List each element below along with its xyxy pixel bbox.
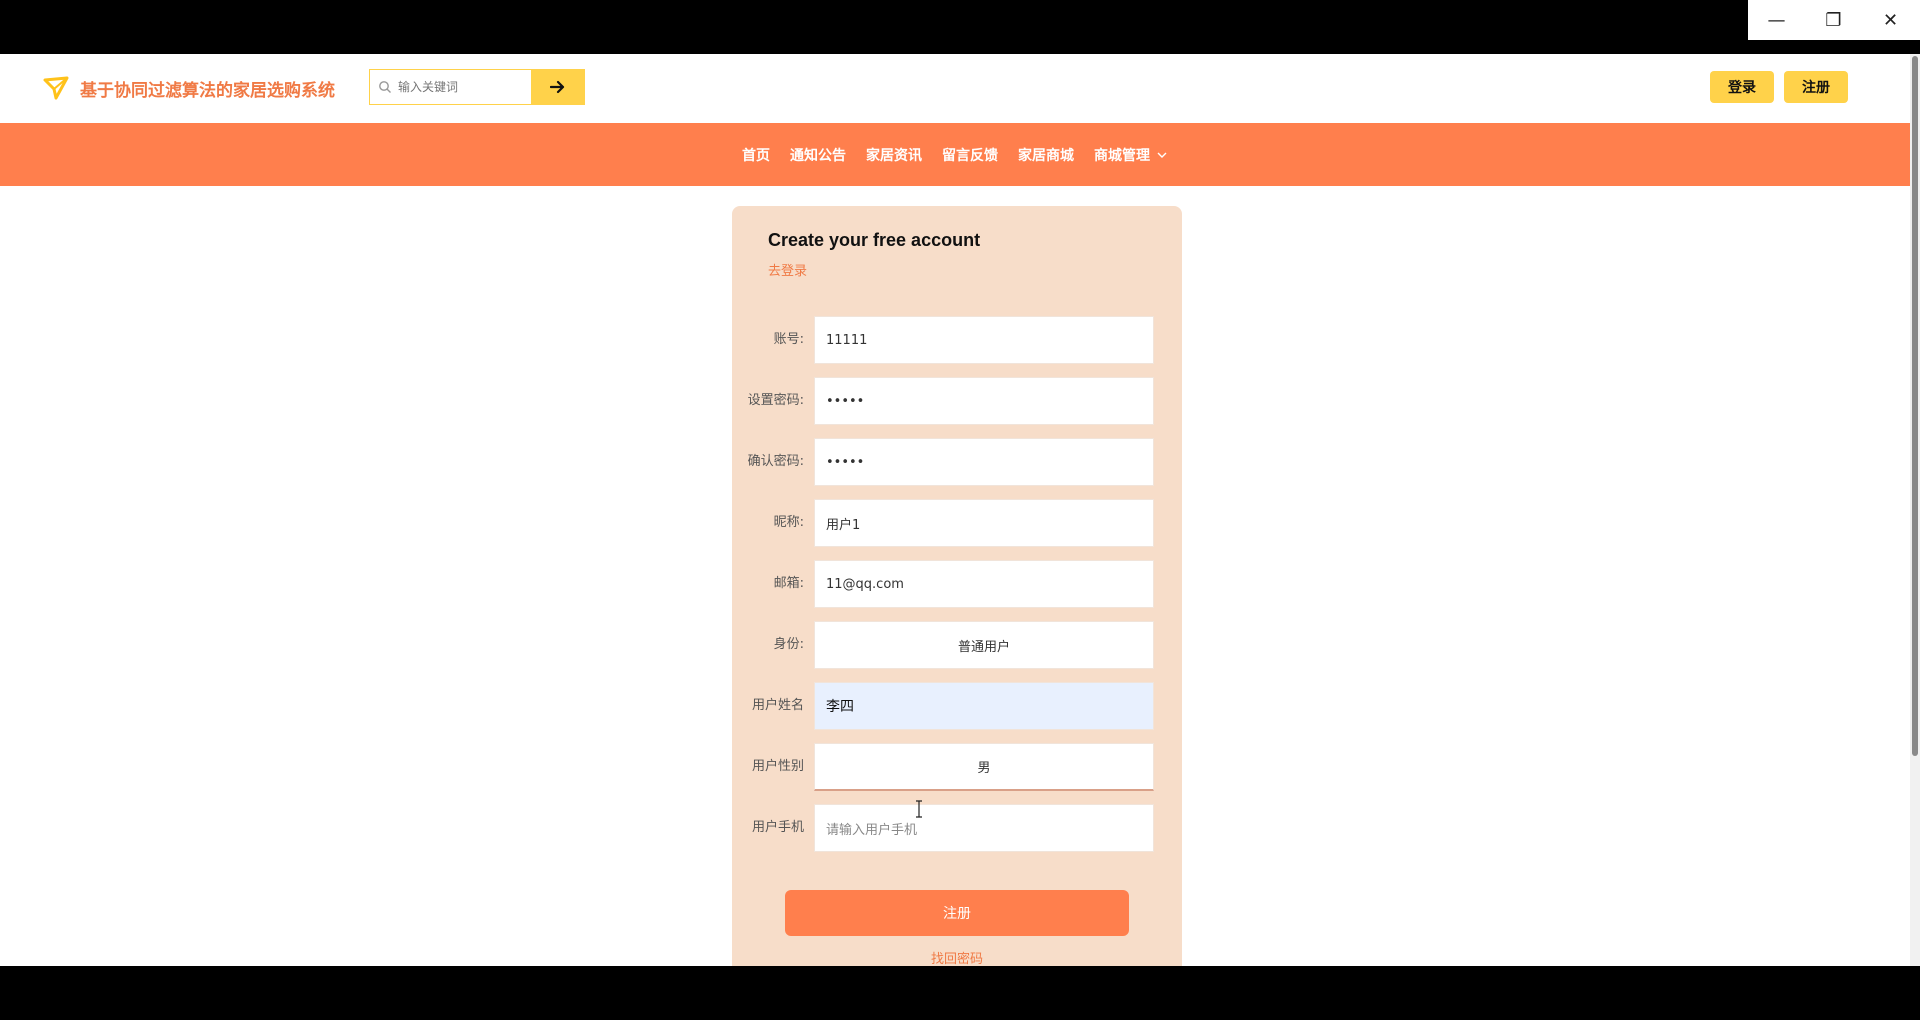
search-submit-button[interactable] xyxy=(531,69,585,105)
real-name-label: 用户姓名 xyxy=(751,698,804,713)
password-input[interactable]: ••••• xyxy=(814,377,1154,425)
gender-label: 用户性别 xyxy=(751,759,804,774)
nav-item-feedback[interactable]: 留言反馈 xyxy=(942,145,998,165)
form-row-confirm-password: 确认密码: ••••• xyxy=(732,438,1182,486)
form-row-gender: 用户性别 男 xyxy=(732,743,1182,791)
role-label: 身份: xyxy=(773,637,804,652)
gender-select[interactable]: 男 xyxy=(814,743,1154,791)
search-box xyxy=(369,69,531,105)
site-header: 基于协同过滤算法的家居选购系统 登录 注册 xyxy=(0,54,1910,123)
real-name-input[interactable]: 李四 xyxy=(814,682,1154,730)
arrow-right-icon xyxy=(550,80,565,94)
nav-item-mall-admin[interactable]: 商城管理 xyxy=(1094,145,1168,165)
nav-item-news[interactable]: 家居资讯 xyxy=(866,145,922,165)
os-bottom-bar xyxy=(0,966,1920,1020)
phone-input[interactable]: 请输入用户手机 xyxy=(814,804,1154,852)
search-bar xyxy=(369,69,585,105)
nav-item-home[interactable]: 首页 xyxy=(742,145,770,165)
search-input[interactable] xyxy=(398,80,528,94)
form-row-phone: 用户手机 请输入用户手机 xyxy=(732,804,1182,852)
os-top-bar: — ❐ ✕ xyxy=(0,0,1920,54)
nickname-input[interactable]: 用户1 xyxy=(814,499,1154,547)
form-title: Create your free account xyxy=(768,230,981,250)
form-row-account: 账号: 11111 xyxy=(732,316,1182,364)
chevron-down-icon xyxy=(1157,152,1167,158)
scrollbar-thumb[interactable] xyxy=(1912,56,1918,756)
search-icon xyxy=(379,81,391,93)
nav-item-mall[interactable]: 家居商城 xyxy=(1018,145,1074,165)
form-row-email: 邮箱: 11@qq.com xyxy=(732,560,1182,608)
email-label: 邮箱: xyxy=(773,576,804,591)
form-row-real-name: 用户姓名 李四 xyxy=(732,682,1182,730)
phone-label: 用户手机 xyxy=(751,820,804,835)
account-label: 账号: xyxy=(773,332,804,347)
email-input[interactable]: 11@qq.com xyxy=(814,560,1154,608)
confirm-password-label: 确认密码: xyxy=(747,454,804,469)
password-label: 设置密码: xyxy=(747,393,804,408)
nickname-label: 昵称: xyxy=(773,515,804,530)
close-icon[interactable]: ✕ xyxy=(1862,0,1919,40)
form-row-nickname: 昵称: 用户1 xyxy=(732,499,1182,547)
page-scrollbar[interactable] xyxy=(1910,54,1920,966)
register-button[interactable]: 注册 xyxy=(1784,71,1848,103)
app-viewport: 基于协同过滤算法的家居选购系统 登录 注册 首页 通知公告 家居资讯 留言反馈 … xyxy=(0,54,1920,966)
login-button[interactable]: 登录 xyxy=(1710,71,1774,103)
site-title: 基于协同过滤算法的家居选购系统 xyxy=(80,80,335,101)
paper-plane-icon xyxy=(43,76,69,100)
form-row-role: 身份: 普通用户 xyxy=(732,621,1182,669)
nav-item-mall-admin-label: 商城管理 xyxy=(1094,147,1150,164)
confirm-password-input[interactable]: ••••• xyxy=(814,438,1154,486)
nav-item-notices[interactable]: 通知公告 xyxy=(790,145,846,165)
minimize-icon[interactable]: — xyxy=(1748,0,1805,40)
register-card: Create your free account 去登录 账号: 11111 设… xyxy=(732,206,1182,966)
register-submit-button[interactable]: 注册 xyxy=(785,890,1129,936)
forgot-password-link[interactable]: 找回密码 xyxy=(732,948,1182,966)
window-controls: — ❐ ✕ xyxy=(1748,0,1920,40)
goto-login-link[interactable]: 去登录 xyxy=(768,260,807,279)
role-select[interactable]: 普通用户 xyxy=(814,621,1154,669)
site-logo[interactable]: 基于协同过滤算法的家居选购系统 xyxy=(42,74,335,102)
account-input[interactable]: 11111 xyxy=(814,316,1154,364)
restore-icon[interactable]: ❐ xyxy=(1805,0,1862,40)
text-cursor-icon xyxy=(916,800,922,818)
form-row-password: 设置密码: ••••• xyxy=(732,377,1182,425)
main-nav: 首页 通知公告 家居资讯 留言反馈 家居商城 商城管理 xyxy=(0,123,1910,186)
